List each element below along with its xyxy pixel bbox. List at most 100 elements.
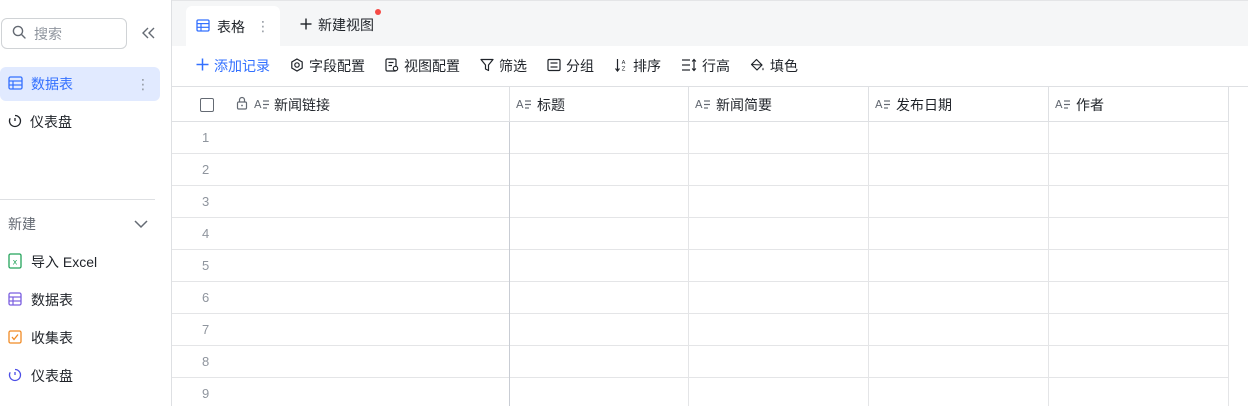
create-item-label: 收集表 xyxy=(31,330,73,346)
table-row[interactable]: 8 xyxy=(172,346,1229,378)
create-import-excel[interactable]: x 导入 Excel xyxy=(8,248,97,276)
table-icon xyxy=(8,75,23,93)
dashboard-icon xyxy=(8,114,22,131)
search-input[interactable] xyxy=(34,25,112,42)
column-header-label: 标题 xyxy=(537,96,565,113)
create-datatable[interactable]: 数据表 xyxy=(8,286,73,314)
group-icon xyxy=(547,58,561,75)
table-row[interactable]: 1 xyxy=(172,122,1229,154)
svg-text:A: A xyxy=(695,98,703,110)
create-section-toggle[interactable]: 新建 xyxy=(8,212,148,236)
fill-color-button[interactable]: 填色 xyxy=(750,52,798,80)
new-view-label: 新建视图 xyxy=(318,17,374,33)
table-row[interactable]: 4 xyxy=(172,218,1229,250)
sidebar-item-label: 仪表盘 xyxy=(30,114,72,130)
row-number: 1 xyxy=(202,130,210,145)
table-icon xyxy=(8,291,22,309)
column-header-label: 新闻链接 xyxy=(274,96,330,113)
field-config-button[interactable]: 字段配置 xyxy=(290,52,365,80)
column-header-title[interactable]: A 标题 xyxy=(510,87,689,122)
create-item-label: 导入 Excel xyxy=(31,254,98,270)
text-field-icon: A xyxy=(516,97,532,113)
sort-icon: AZ xyxy=(614,58,628,75)
add-record-button[interactable]: 添加记录 xyxy=(196,52,270,80)
group-label: 分组 xyxy=(566,58,594,74)
table-row[interactable]: 5 xyxy=(172,250,1229,282)
lock-icon xyxy=(236,96,248,113)
row-number: 8 xyxy=(202,354,210,369)
fill-color-label: 填色 xyxy=(770,58,798,74)
sort-button[interactable]: AZ 排序 xyxy=(614,52,661,80)
row-height-button[interactable]: 行高 xyxy=(681,52,730,80)
table-row[interactable]: 6 xyxy=(172,282,1229,314)
table-row[interactable]: 2 xyxy=(172,154,1229,186)
create-item-label: 仪表盘 xyxy=(31,368,73,384)
table-row[interactable]: 9 xyxy=(172,378,1229,406)
text-field-icon: A xyxy=(254,97,270,113)
row-height-label: 行高 xyxy=(702,58,730,74)
new-view-button[interactable]: 新建视图 xyxy=(300,13,374,37)
create-dashboard[interactable]: 仪表盘 xyxy=(8,362,73,390)
svg-text:A: A xyxy=(516,98,524,110)
collapse-sidebar-icon[interactable] xyxy=(140,24,158,42)
view-config-icon xyxy=(385,57,399,75)
search-box[interactable] xyxy=(1,18,127,49)
more-options-icon[interactable]: ⋮ xyxy=(136,75,150,93)
column-header-label: 作者 xyxy=(1076,96,1104,113)
tab-label: 表格 xyxy=(217,18,245,35)
row-number: 4 xyxy=(202,226,210,241)
plus-icon xyxy=(300,17,312,33)
tab-grid-view[interactable]: 表格 ⋮ xyxy=(186,6,280,47)
sidebar-item-label: 数据表 xyxy=(31,76,73,92)
sidebar-divider xyxy=(0,199,155,200)
table-row[interactable]: 3 xyxy=(172,186,1229,218)
grid-view-icon xyxy=(196,18,210,35)
frozen-column-divider[interactable] xyxy=(509,122,510,406)
sidebar-item-dashboard[interactable]: 仪表盘 xyxy=(0,105,160,139)
add-record-label: 添加记录 xyxy=(214,58,270,74)
create-form[interactable]: 收集表 xyxy=(8,324,73,352)
filter-icon xyxy=(480,58,494,75)
column-divider xyxy=(1048,122,1049,406)
row-number: 2 xyxy=(202,162,210,177)
main-area: 表格 ⋮ 新建视图 添加记录 字段配置 视图配置 筛选 分组 A Z 排序 行高… xyxy=(172,0,1248,406)
row-number: 3 xyxy=(202,194,210,209)
svg-text:A: A xyxy=(622,60,626,66)
tab-more-icon[interactable]: ⋮ xyxy=(256,18,270,35)
form-icon xyxy=(8,329,22,347)
svg-text:x: x xyxy=(13,257,18,266)
table-row[interactable]: 7 xyxy=(172,314,1229,346)
sidebar: 数据表 ⋮ 仪表盘 新建 x 导入 Excel 数据表 xyxy=(0,0,172,406)
svg-text:A: A xyxy=(254,98,262,110)
view-config-label: 视图配置 xyxy=(404,58,460,74)
create-section-title: 新建 xyxy=(8,216,36,232)
create-item-label: 数据表 xyxy=(31,292,73,308)
search-icon xyxy=(12,25,26,42)
text-field-icon: A xyxy=(875,97,891,113)
group-button[interactable]: 分组 xyxy=(547,52,594,80)
plus-icon xyxy=(196,58,209,74)
column-header-publish-date[interactable]: A 发布日期 xyxy=(869,87,1049,122)
row-height-icon xyxy=(681,58,697,75)
text-field-icon: A xyxy=(1055,97,1071,113)
column-header-news-link[interactable]: A 新闻链接 xyxy=(172,87,510,122)
view-config-button[interactable]: 视图配置 xyxy=(385,52,460,80)
sort-label: 排序 xyxy=(633,58,661,74)
filter-button[interactable]: 筛选 xyxy=(480,52,527,80)
sidebar-item-datatable[interactable]: 数据表 ⋮ xyxy=(0,67,160,101)
excel-icon: x xyxy=(8,252,22,272)
toolbar: 添加记录 字段配置 视图配置 筛选 分组 A Z 排序 行高 填色 xyxy=(172,46,1248,86)
svg-text:Z: Z xyxy=(622,66,626,72)
column-header-label: 发布日期 xyxy=(896,96,952,113)
row-number: 7 xyxy=(202,322,210,337)
column-header-summary[interactable]: A 新闻简要 xyxy=(689,87,869,122)
gear-icon xyxy=(290,57,304,75)
column-divider xyxy=(868,122,869,406)
column-divider xyxy=(688,122,689,406)
column-header-author[interactable]: A 作者 xyxy=(1049,87,1229,122)
grid-header-row: A 新闻链接 A 标题 A 新闻简要 A 发布日期 A 作者 xyxy=(172,87,1229,122)
paint-bucket-icon xyxy=(750,58,765,75)
column-header-label: 新闻简要 xyxy=(716,96,772,113)
select-all-checkbox[interactable] xyxy=(200,97,214,112)
app-window: 数据表 ⋮ 仪表盘 新建 x 导入 Excel 数据表 xyxy=(0,0,1248,406)
